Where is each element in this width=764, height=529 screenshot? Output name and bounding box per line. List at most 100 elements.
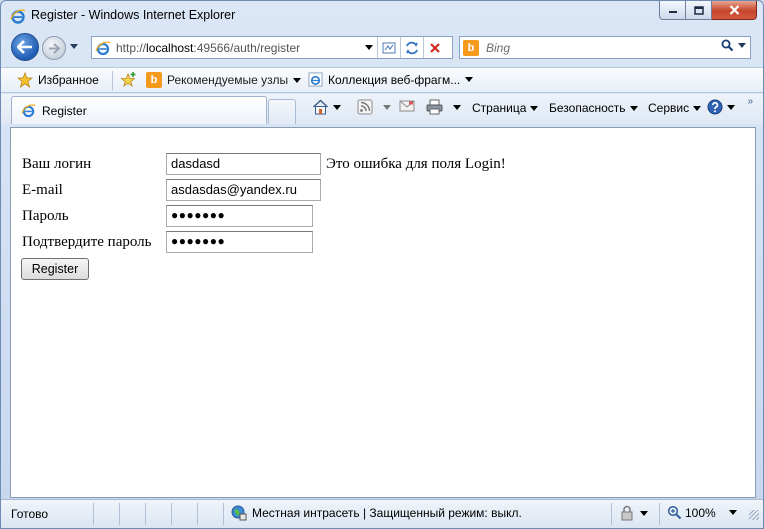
email-input[interactable]: asdasdas@yandex.ru [166,179,321,201]
read-mail-button[interactable] [399,99,415,113]
bing-icon: b [463,40,479,56]
print-button[interactable] [426,99,461,115]
home-icon [312,99,329,115]
ie-icon [10,9,26,24]
stop-button[interactable] [423,37,446,58]
compatibility-view-button[interactable] [377,37,400,58]
browser-window: Register - Windows Internet Explorer htt… [0,0,764,529]
chevron-down-icon [693,105,702,111]
chevron-down-icon [640,510,648,516]
close-button[interactable] [712,1,757,20]
add-favorites-icon [120,72,136,87]
safety-menu[interactable]: Безопасность [549,101,638,115]
password-label: Пароль [22,208,69,224]
tab-label: Register [42,103,87,118]
chevron-down-icon [530,105,539,111]
confirm-password-input[interactable]: ●●●●●●● [166,231,313,253]
title-bar: Register - Windows Internet Explorer [1,1,763,31]
refresh-button[interactable] [400,37,423,58]
page-menu[interactable]: Страница [472,101,539,115]
suggested-sites-label: Рекомендуемые узлы [167,73,289,87]
chevron-down-icon [383,104,391,110]
tab-register[interactable]: Register [11,96,267,124]
search-placeholder: Bing [486,41,511,55]
suggested-sites-button[interactable]: b Рекомендуемые узлы [146,72,302,88]
forward-arrow-icon [49,42,60,54]
window-controls [659,1,757,20]
favorites-bar: Избранное b Рекомендуемые узлы Коллекция… [1,67,763,93]
protected-mode-button[interactable] [619,505,648,521]
tools-menu-label: Сервис [648,101,690,115]
page-menu-label: Страница [472,101,527,115]
help-button[interactable] [707,99,735,115]
chevron-down-icon [629,105,638,111]
new-tab-button[interactable] [268,99,296,124]
globe-zone-icon [231,505,247,521]
stop-icon [430,42,440,53]
home-button[interactable] [312,99,341,115]
help-icon [707,99,723,115]
confirm-password-label: Подтвердите пароль [22,234,152,250]
print-icon [426,99,443,115]
security-zone[interactable]: Местная интрасеть | Защищенный режим: вы… [231,505,522,521]
web-slice-gallery-label: Коллекция веб-фрагм... [328,72,461,87]
login-input[interactable]: dasdasd [166,153,321,175]
minimize-button[interactable] [659,1,686,20]
zoom-level: 100% [685,505,716,520]
safety-menu-label: Безопасность [549,101,626,115]
search-options-dropdown[interactable] [738,43,746,48]
address-bar[interactable]: http://localhost:49566/auth/register [91,36,453,59]
login-error-message: Это ошибка для поля Login! [326,156,506,172]
favorites-label: Избранное [38,73,99,87]
chevron-down-icon [727,104,735,110]
search-box[interactable]: b Bing [459,36,751,59]
more-commands-chevron-icon[interactable]: » [747,96,753,107]
back-button[interactable] [11,33,39,61]
status-text: Готово [11,507,49,521]
window-title: Register - Windows Internet Explorer [31,8,236,22]
password-input[interactable]: ●●●●●●● [166,205,313,227]
ie-icon [21,104,36,118]
tab-bar: Register Страница Безопасность Сервис » [1,94,763,124]
email-label: E-mail [22,182,63,198]
search-icon [721,39,734,52]
back-arrow-icon [17,40,32,54]
favorites-button[interactable]: Избранное [17,72,99,88]
chevron-down-icon [465,77,474,82]
resize-grip[interactable] [749,510,759,520]
register-button[interactable]: Register [21,258,89,280]
web-slice-gallery-button[interactable]: Коллекция веб-фрагм... [308,72,474,87]
navigation-bar: http://localhost:49566/auth/register b B… [1,31,763,65]
forward-button[interactable] [42,36,66,60]
ie-icon [308,72,323,87]
bing-icon: b [146,72,162,88]
tools-menu[interactable]: Сервис [648,101,702,115]
favorites-star-icon [17,72,33,88]
refresh-icon [406,41,418,54]
status-bar: Готово Местная интрасеть | Защищенный ре… [1,499,763,528]
recent-pages-dropdown[interactable] [70,44,78,49]
minimize-icon [668,11,677,13]
favorites-separator [112,71,113,91]
add-to-favorites-bar-button[interactable] [120,72,137,88]
chevron-down-icon [453,104,461,110]
maximize-icon [693,5,704,15]
zoom-icon [667,505,682,520]
rss-icon [357,99,373,115]
search-button[interactable] [721,39,746,52]
compatibility-icon [382,42,396,53]
mail-icon [399,100,415,112]
lock-icon [621,505,633,521]
security-zone-label: Местная интрасеть | Защищенный режим: вы… [252,506,522,520]
address-url[interactable]: http://localhost:49566/auth/register [116,41,300,55]
chevron-down-icon [728,510,737,515]
close-icon [729,5,739,15]
address-dropdown[interactable] [365,45,373,50]
zoom-button[interactable]: 100% [667,505,737,520]
feeds-button[interactable] [357,99,391,115]
maximize-button[interactable] [686,1,712,20]
page-viewport: Ваш логин dasdasd Это ошибка для поля Lo… [10,127,756,498]
ie-icon [95,41,111,56]
login-label: Ваш логин [22,156,92,172]
chevron-down-icon [293,77,302,83]
